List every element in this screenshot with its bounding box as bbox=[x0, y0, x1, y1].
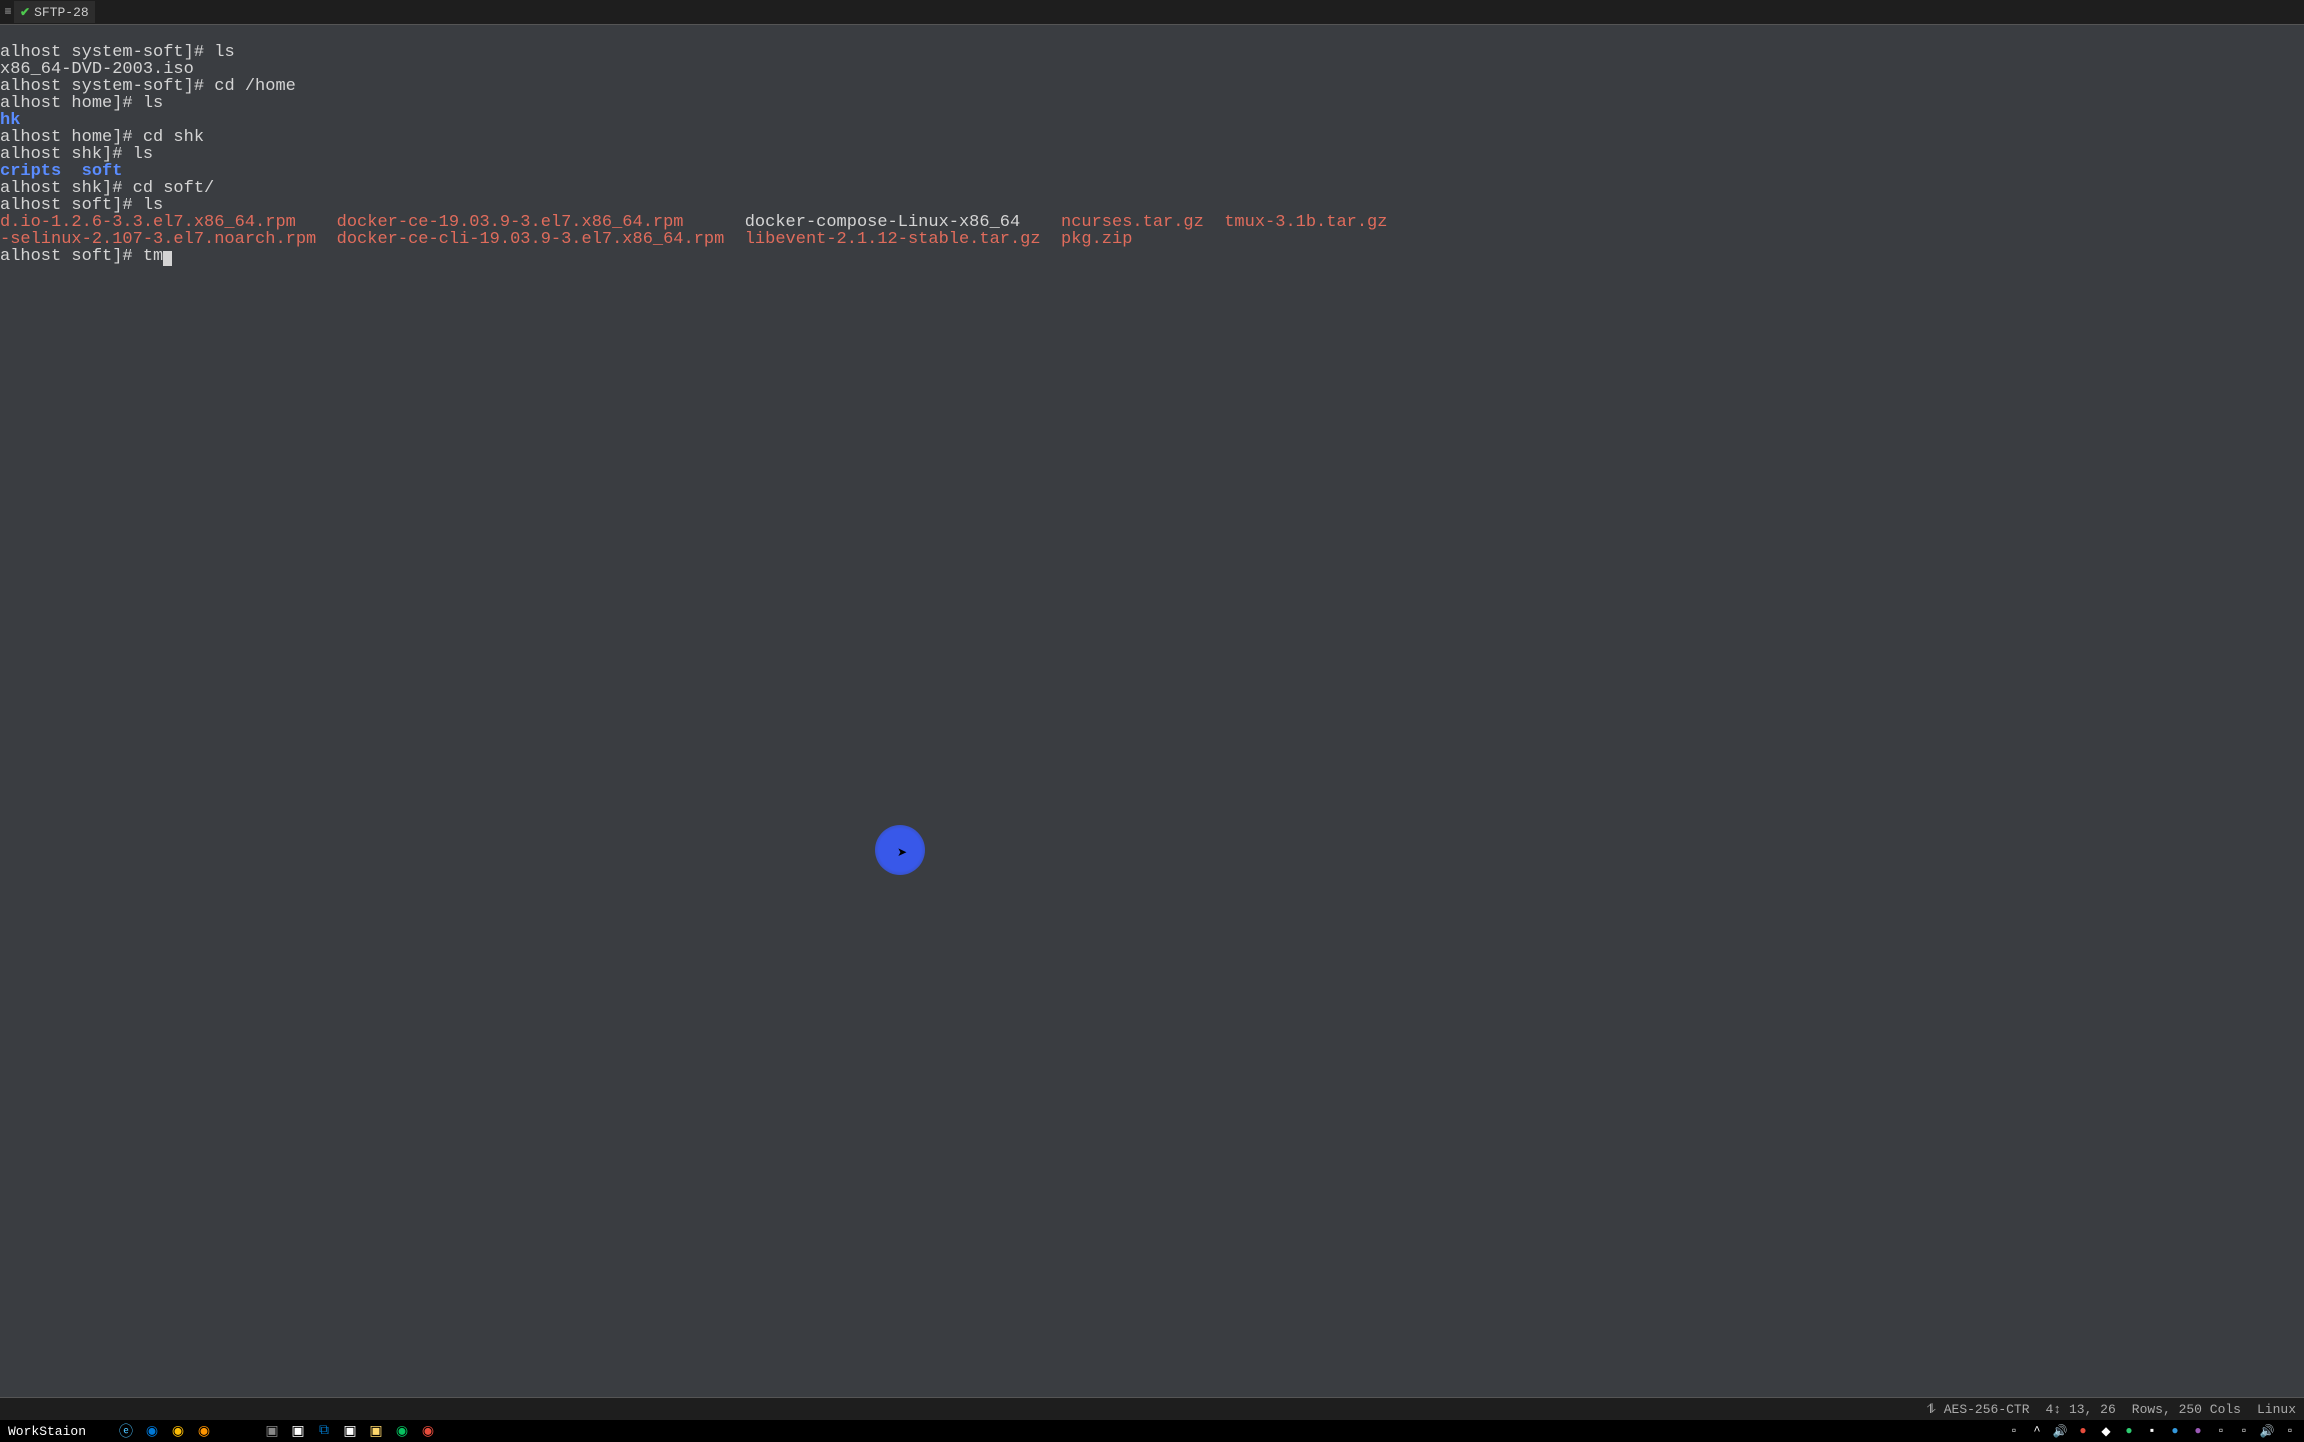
tab-label: SFTP-28 bbox=[34, 5, 89, 20]
tray-icon-9[interactable]: ▫ bbox=[2211, 1422, 2231, 1440]
edge-icon[interactable]: ◉ bbox=[140, 1421, 164, 1441]
terminal-size: Rows, 250 Cols bbox=[2132, 1402, 2241, 1417]
tray-icon-3[interactable]: ● bbox=[2073, 1422, 2093, 1440]
tray-up-icon[interactable]: ^ bbox=[2027, 1422, 2047, 1440]
os-type: Linux bbox=[2257, 1402, 2296, 1417]
app-icon-3[interactable]: ◉ bbox=[416, 1421, 440, 1441]
tray-icon-8[interactable]: ● bbox=[2188, 1422, 2208, 1440]
explorer-icon[interactable]: ▣ bbox=[364, 1421, 388, 1441]
windows-taskbar: WorkStaion ⓔ ◉ ◉ ◉ ▣ ▣ ⧉ ▣ ▣ ◉ ◉ ▫ ^ 🔊 ●… bbox=[0, 1420, 2304, 1442]
tray-icon-2[interactable]: 🔊 bbox=[2050, 1422, 2070, 1440]
chrome-icon[interactable]: ◉ bbox=[166, 1421, 190, 1441]
terminal-app-icon[interactable]: ▣ bbox=[338, 1421, 362, 1441]
mouse-cursor-icon: ➤ bbox=[897, 845, 907, 862]
start-button[interactable]: WorkStaion bbox=[0, 1424, 94, 1439]
wechat-icon[interactable]: ◉ bbox=[390, 1421, 414, 1441]
firefox-icon[interactable]: ◉ bbox=[192, 1421, 216, 1441]
tray-icon-6[interactable]: ▪ bbox=[2142, 1422, 2162, 1440]
ie-icon[interactable]: ⓔ bbox=[114, 1421, 138, 1441]
tray-icon-5[interactable]: ● bbox=[2119, 1422, 2139, 1440]
tray-icon-11[interactable]: 🔊 bbox=[2257, 1422, 2277, 1440]
tray-icon-10[interactable]: ▫ bbox=[2234, 1422, 2254, 1440]
vscode-icon[interactable]: ⧉ bbox=[312, 1421, 336, 1441]
app-icon-1[interactable]: ▣ bbox=[260, 1421, 284, 1441]
tab-bar: ≡ ✔ SFTP-28 bbox=[0, 0, 2304, 24]
text-cursor bbox=[163, 251, 172, 266]
tray-icon-12[interactable]: ▫ bbox=[2280, 1422, 2300, 1440]
terminal-output[interactable]: alhost system-soft]# lsx86_64-DVD-2003.i… bbox=[0, 25, 2304, 1397]
session-tab[interactable]: ✔ SFTP-28 bbox=[14, 1, 95, 23]
app-icon-2[interactable]: ▣ bbox=[286, 1421, 310, 1441]
tray-icon-7[interactable]: ● bbox=[2165, 1422, 2185, 1440]
connection-ok-icon: ✔ bbox=[20, 5, 30, 20]
encryption-status: ⥮ AES-256-CTR bbox=[1926, 1402, 2029, 1417]
cursor-position: 4↕ 13, 26 bbox=[2046, 1402, 2116, 1417]
tray-icon-1[interactable]: ▫ bbox=[2004, 1422, 2024, 1440]
tab-menu-button[interactable]: ≡ bbox=[2, 3, 14, 21]
tray-icon-4[interactable]: ◆ bbox=[2096, 1422, 2116, 1440]
terminal-status-bar: ⥮ AES-256-CTR 4↕ 13, 26 Rows, 250 Cols L… bbox=[0, 1398, 2304, 1420]
